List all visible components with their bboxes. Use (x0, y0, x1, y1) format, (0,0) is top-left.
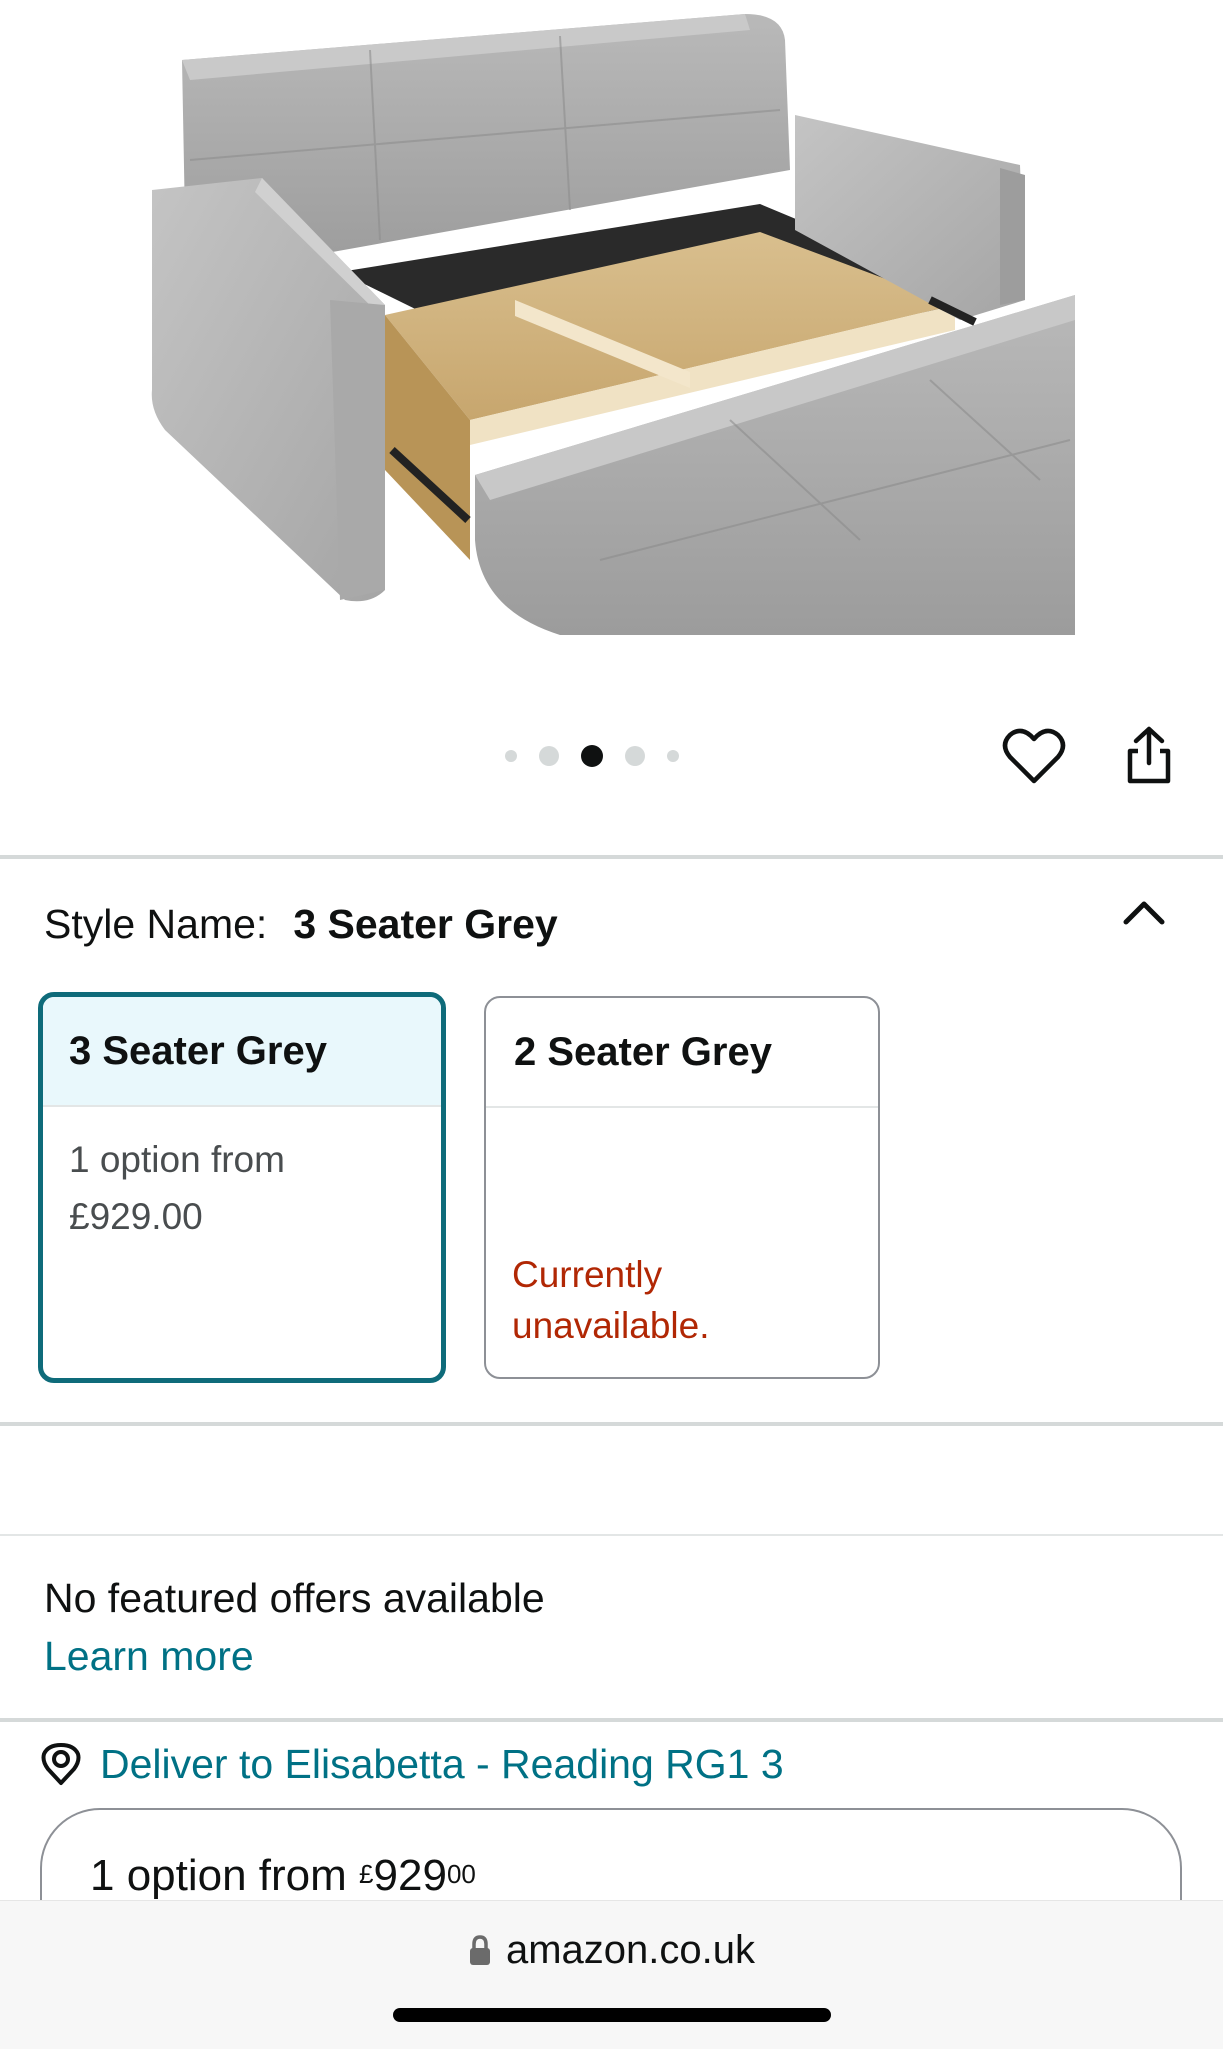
chevron-up-icon (1123, 901, 1165, 925)
heart-icon (1002, 728, 1066, 784)
unavailable-text-line1: Currently (512, 1254, 663, 1295)
share-icon (1127, 726, 1171, 784)
style-option-title: 3 Seater Grey (43, 997, 441, 1107)
browser-bottom-bar (0, 1900, 1223, 2049)
buy-options-prefix: 1 option from (90, 1851, 347, 1900)
style-option-title: 2 Seater Grey (486, 998, 878, 1108)
section-divider (0, 1534, 1223, 1536)
deliver-to-link[interactable]: Deliver to Elisabetta - Reading RG1 3 (40, 1736, 784, 1792)
home-indicator[interactable] (393, 2008, 831, 2022)
carousel-dot[interactable] (625, 746, 645, 766)
collapse-toggle[interactable] (1120, 896, 1168, 926)
price-whole: 929 (373, 1851, 447, 1900)
share-button[interactable] (1116, 722, 1182, 788)
style-name-value: 3 Seater Grey (293, 901, 558, 947)
image-carousel-dots[interactable] (505, 744, 679, 768)
section-divider (0, 1718, 1223, 1722)
buy-options-text: 1 option from £92900 (90, 1848, 476, 1904)
carousel-dot-active[interactable] (581, 745, 603, 767)
section-divider (0, 1422, 1223, 1426)
price-currency: £ (359, 1859, 374, 1889)
option-price: £929.00 (69, 1196, 203, 1237)
url-text: amazon.co.uk (505, 1928, 756, 1972)
learn-more-link[interactable]: Learn more (44, 1628, 254, 1684)
style-name-row: Style Name: 3 Seater Grey (44, 896, 558, 952)
location-pin-icon (41, 1743, 81, 1785)
unavailable-text-line2: unavailable. (512, 1305, 710, 1346)
price-fraction: 00 (446, 1859, 476, 1889)
section-divider (0, 855, 1223, 859)
carousel-dot[interactable] (539, 746, 559, 766)
sofa-bed-image (151, 14, 1075, 635)
lock-icon (469, 1934, 490, 1965)
carousel-dot[interactable] (667, 750, 679, 762)
style-name-label: Style Name: (44, 901, 268, 947)
wishlist-button[interactable] (998, 724, 1070, 788)
option-count-text: 1 option from (69, 1139, 285, 1180)
deliver-to-text: Deliver to Elisabetta - Reading RG1 3 (100, 1741, 784, 1787)
product-image[interactable] (0, 0, 1223, 680)
style-option-card-2-seater[interactable]: 2 Seater Grey Currently unavailable. (484, 996, 880, 1379)
style-option-card-3-seater[interactable]: 3 Seater Grey 1 option from £929.00 (38, 992, 446, 1383)
no-offers-text: No featured offers available (44, 1575, 545, 1621)
carousel-dot[interactable] (505, 750, 517, 762)
address-bar[interactable]: amazon.co.uk (0, 1928, 1223, 1973)
